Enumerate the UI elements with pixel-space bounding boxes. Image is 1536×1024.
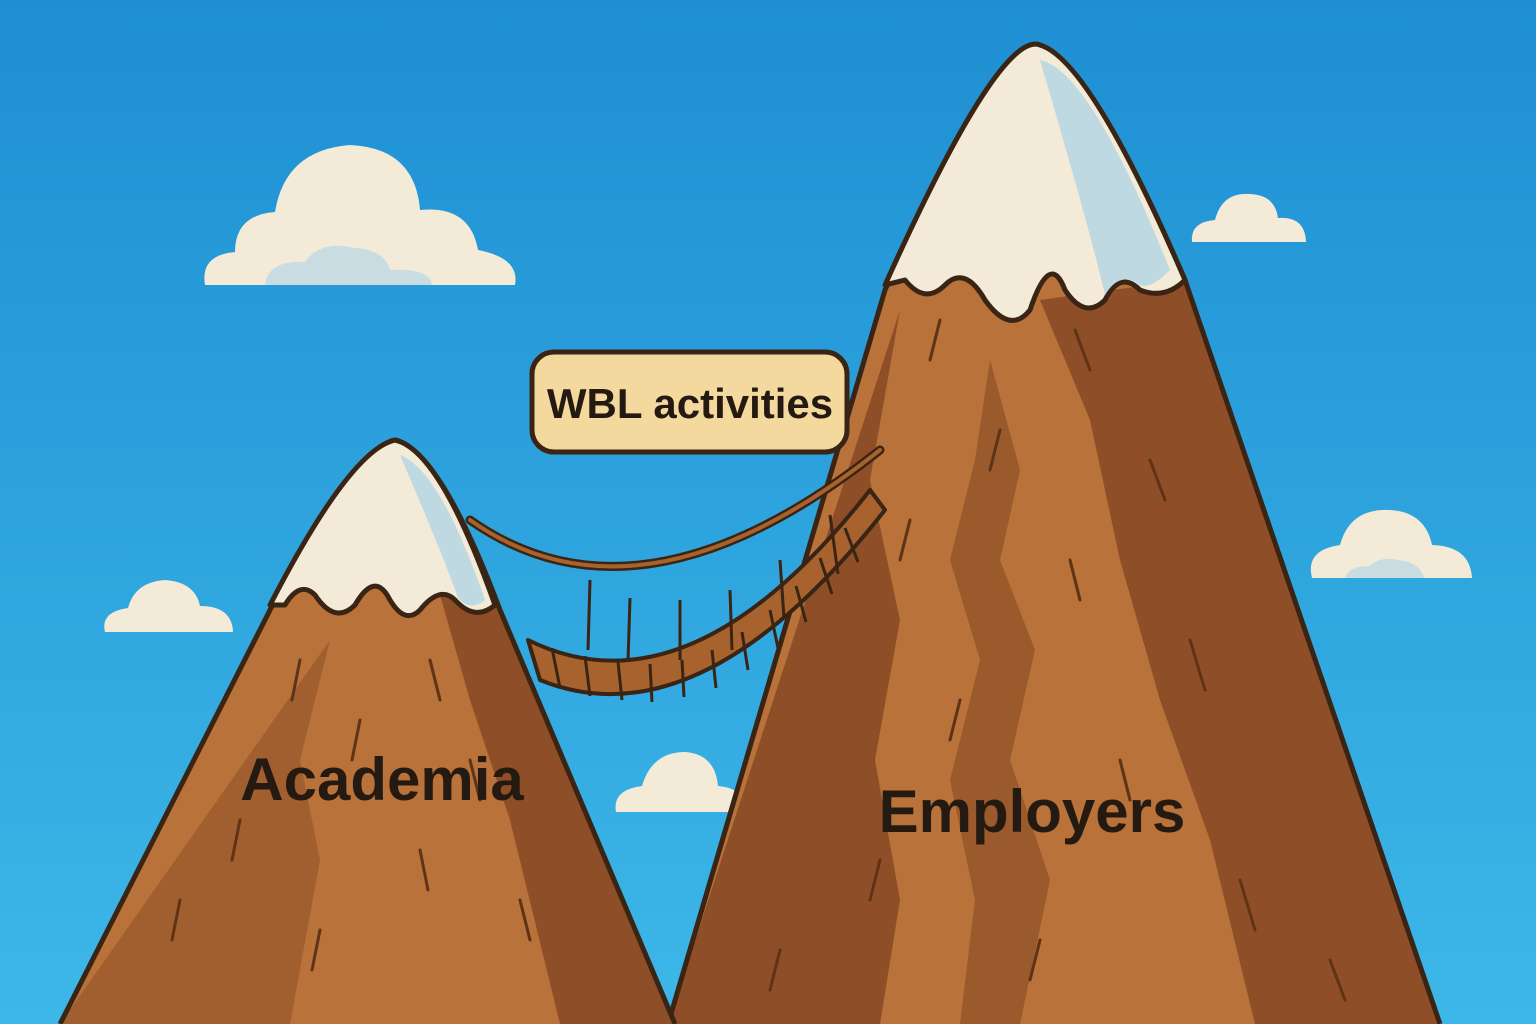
employers-label: Employers xyxy=(879,778,1186,845)
academia-label: Academia xyxy=(240,746,524,813)
illustration-canvas: Academia Employers WBL activities xyxy=(0,0,1536,1024)
callout-text: WBL activities xyxy=(547,380,833,427)
wbl-activities-callout: WBL activities xyxy=(529,349,850,455)
